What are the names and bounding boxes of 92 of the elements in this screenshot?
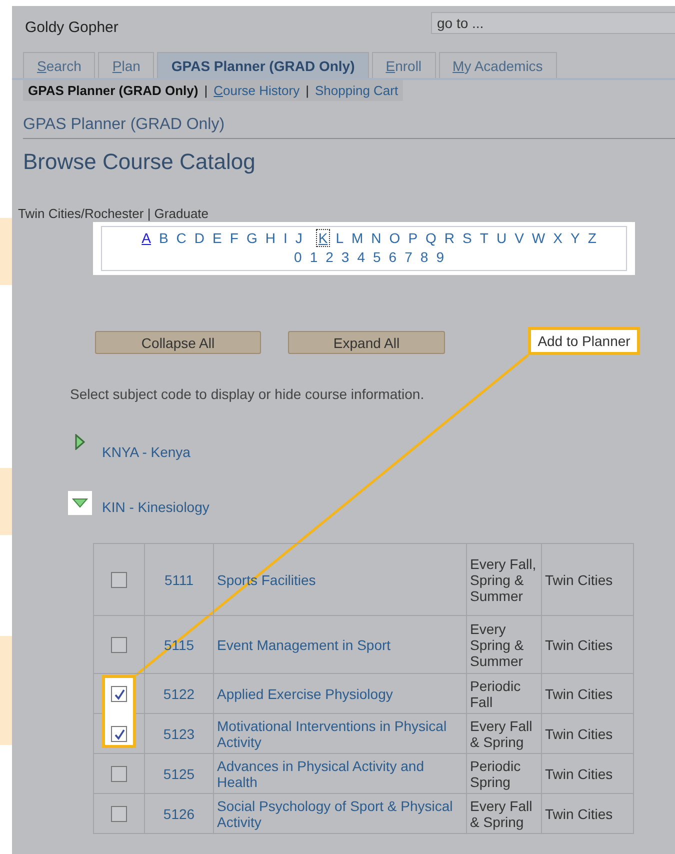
course-checkbox[interactable] (111, 572, 127, 588)
term-cell: Every Fall & Spring (466, 714, 542, 754)
letter-link[interactable]: F (228, 230, 240, 246)
nav-tab[interactable]: Enroll (372, 52, 436, 78)
letter-link[interactable]: K (317, 230, 329, 246)
term-cell: Every Fall, Spring & Summer (466, 544, 542, 616)
letter-link[interactable]: B (158, 230, 170, 246)
subnav-link[interactable]: Course History (214, 83, 300, 98)
course-title-link[interactable]: Social Psychology of Sport & Physical Activity (214, 794, 466, 834)
letter-link[interactable]: I (282, 230, 288, 246)
letter-link[interactable]: X (552, 230, 564, 246)
course-title-link[interactable]: Advances in Physical Activity and Health (214, 754, 466, 794)
campus-cell: Twin Cities (542, 714, 634, 754)
digit-link[interactable]: 4 (356, 249, 366, 265)
digit-link[interactable]: 6 (388, 249, 398, 265)
digit-link[interactable]: 0 (293, 249, 303, 265)
campus-cell: Twin Cities (542, 616, 634, 674)
letter-link[interactable]: O (388, 230, 402, 246)
letter-link[interactable]: S (462, 230, 473, 246)
course-number: 5122 (144, 674, 214, 714)
subnav-link[interactable]: GPAS Planner (GRAD Only) (28, 83, 198, 98)
campus-cell: Twin Cities (542, 754, 634, 794)
course-checkbox[interactable] (111, 726, 127, 742)
checkmark-icon (114, 728, 124, 740)
digit-link[interactable]: 9 (435, 249, 445, 265)
letter-link[interactable]: T (478, 230, 490, 246)
letter-link[interactable]: Z (586, 230, 598, 246)
separator: | (204, 83, 208, 98)
course-checkbox[interactable] (111, 806, 127, 822)
nav-tab[interactable]: My Academics (438, 52, 557, 78)
letter-link[interactable]: V (514, 230, 525, 246)
user-name: Goldy Gopher (25, 19, 118, 36)
letter-link[interactable]: W (530, 230, 546, 246)
letter-link[interactable]: N (370, 230, 382, 246)
letter-link[interactable]: H (264, 230, 276, 246)
letter-link[interactable]: D (193, 230, 206, 246)
campus-cell: Twin Cities (542, 674, 634, 714)
nav-tab[interactable]: GPAS Planner (GRAD Only) (157, 52, 369, 78)
digit-link[interactable]: 8 (419, 249, 430, 265)
course-checkbox[interactable] (111, 686, 127, 702)
course-checkbox[interactable] (111, 766, 127, 782)
side-panel-edge (0, 218, 12, 285)
course-number: 5111 (144, 544, 214, 616)
instruction-text: Select subject code to display or hide course information. (70, 386, 426, 402)
digit-link[interactable]: 7 (404, 249, 414, 265)
digit-link[interactable]: 1 (308, 249, 319, 265)
letter-link[interactable]: E (212, 230, 223, 246)
campus-cell: Twin Cities (542, 544, 634, 616)
course-title-link[interactable]: Applied Exercise Physiology (214, 674, 466, 714)
course-checkbox[interactable] (111, 637, 127, 654)
digit-link[interactable]: 5 (372, 249, 382, 265)
callout-label: Add to Planner (528, 327, 640, 355)
digit-link[interactable]: 3 (340, 249, 350, 265)
collapse-toggle[interactable] (68, 491, 92, 515)
letter-link[interactable]: A (140, 230, 152, 246)
checkmark-icon (114, 688, 124, 700)
course-number: 5123 (144, 714, 214, 754)
subject-link[interactable]: KIN - Kinesiology (102, 499, 210, 515)
section-title: GPAS Planner (GRAD Only) (23, 116, 675, 139)
letter-link[interactable]: Y (569, 230, 581, 246)
letter-link[interactable]: J (294, 230, 304, 246)
campus-cell: Twin Cities (542, 794, 634, 834)
digit-link[interactable]: 2 (324, 249, 334, 265)
subject-link[interactable]: KNYA - Kenya (102, 444, 190, 460)
letter-link[interactable]: L (334, 230, 344, 246)
course-number: 5125 (144, 754, 214, 794)
course-title-link[interactable]: Event Management in Sport (214, 616, 466, 674)
nav-tab[interactable]: Search (23, 52, 96, 78)
page-title: Browse Course Catalog (23, 149, 256, 175)
term-cell: Every Fall & Spring (466, 794, 542, 834)
letter-link[interactable]: Q (424, 230, 438, 246)
goto-field[interactable]: go to ... (431, 12, 675, 34)
course-title-link[interactable]: Motivational Interventions in Physical Activity (214, 714, 466, 754)
term-cell: Periodic Spring (466, 754, 542, 794)
course-number: 5126 (144, 794, 214, 834)
letter-link[interactable]: P (407, 230, 419, 246)
expand-button[interactable]: Expand All (288, 331, 445, 354)
term-cell: Every Spring & Summer (466, 616, 542, 674)
triangle-down-icon (72, 498, 88, 508)
letter-link[interactable]: R (443, 230, 456, 246)
letter-link[interactable]: C (175, 230, 188, 246)
letter-link[interactable]: G (245, 230, 258, 246)
letter-link[interactable]: M (350, 230, 364, 246)
triangle-right-icon (75, 434, 85, 450)
collapse-button[interactable]: Collapse All (95, 331, 261, 354)
side-panel-edge (0, 468, 12, 535)
term-cell: Periodic Fall (466, 674, 542, 714)
letter-link[interactable]: U (495, 230, 508, 246)
nav-tab[interactable]: Plan (98, 52, 154, 78)
separator: | (306, 83, 309, 98)
campus-line: Twin Cities/Rochester | Graduate (18, 206, 210, 221)
subnav-link[interactable]: Shopping Cart (314, 83, 398, 98)
